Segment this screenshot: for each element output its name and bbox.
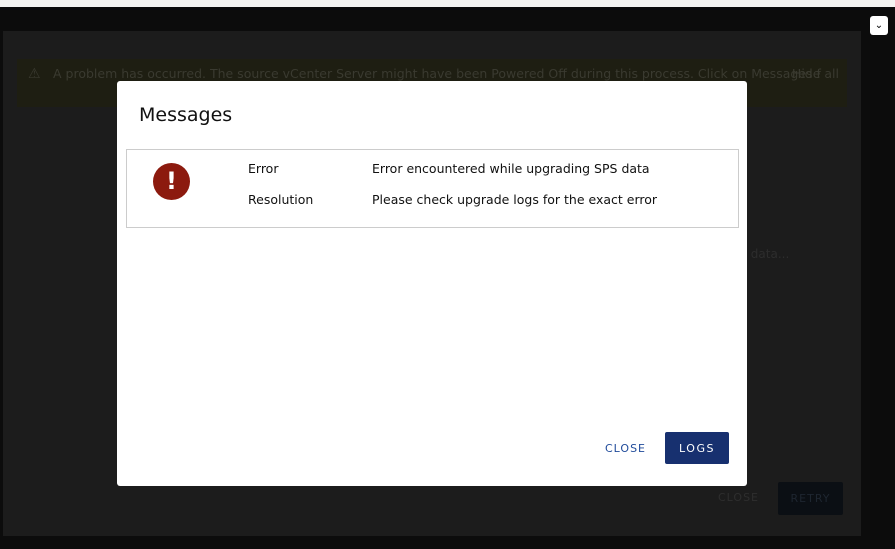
messages-dialog: Messages ! Error Error encountered while… [117, 81, 747, 486]
warning-icon: ⚠ [28, 66, 41, 82]
chevron-down-icon[interactable]: ⌄ [870, 16, 888, 35]
resolution-value: Please check upgrade logs for the exact … [372, 192, 658, 207]
hide-all-link[interactable]: Hide all [792, 66, 839, 82]
dialog-title: Messages [139, 104, 233, 126]
retry-button[interactable]: RETRY [778, 482, 843, 515]
error-exclamation-icon: ! [153, 163, 190, 200]
close-button[interactable]: CLOSE [605, 442, 646, 455]
alert-text: A problem has occurred. The source vCent… [53, 66, 821, 81]
top-strip [0, 0, 895, 7]
background-close-button[interactable]: CLOSE [718, 491, 759, 504]
message-box: ! Error Error encountered while upgradin… [126, 149, 739, 228]
error-label: Error [248, 161, 279, 176]
logs-button[interactable]: LOGS [665, 432, 729, 464]
resolution-label: Resolution [248, 192, 314, 207]
error-value: Error encountered while upgrading SPS da… [372, 161, 650, 176]
